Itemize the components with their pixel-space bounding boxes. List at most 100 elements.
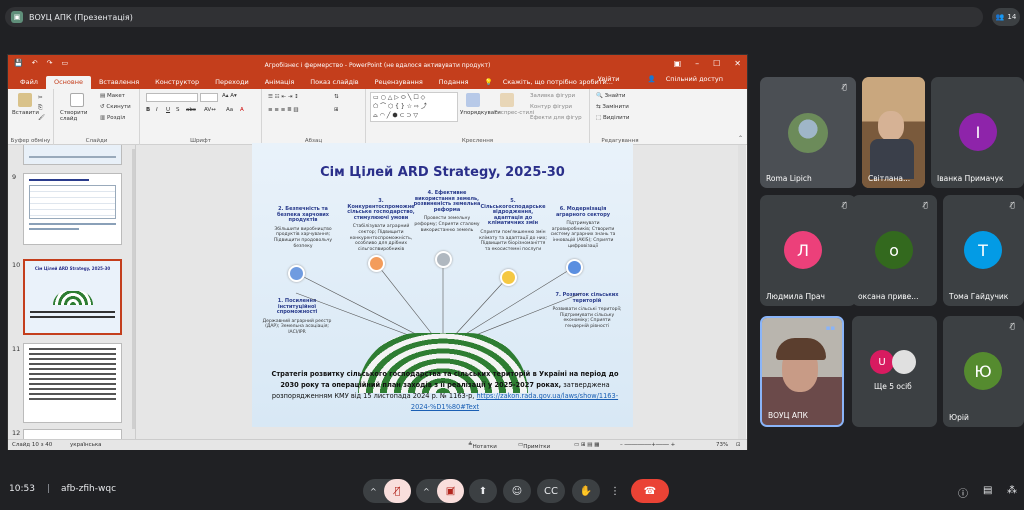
comments-button[interactable]: ▭ Примітки bbox=[518, 442, 550, 450]
current-slide[interactable]: Сім Цілей ARD Strategy, 2025-30 2. Безпе… bbox=[252, 143, 633, 427]
quick-styles-button[interactable]: Експрес-стилі bbox=[494, 110, 534, 116]
presentation-chip[interactable]: ▣ ВОУЦ АПК (Презентація) bbox=[5, 7, 983, 27]
share-button[interactable]: 👤 Спільний доступ bbox=[640, 73, 739, 86]
participants-count: 14 bbox=[1007, 13, 1017, 21]
shape-outline-button[interactable]: Контур фігури bbox=[530, 104, 572, 110]
participants-button[interactable]: 👥 14 bbox=[992, 8, 1020, 26]
tab-design[interactable]: Конструктор bbox=[147, 76, 207, 89]
tab-insert[interactable]: Вставлення bbox=[91, 76, 147, 89]
font-grow-icon[interactable]: A▴ A▾ bbox=[222, 93, 237, 99]
shape-effects-button[interactable]: Ефекти для фігур bbox=[530, 115, 582, 121]
participant-tile[interactable]: о 🎙̸ оксана приве... bbox=[852, 195, 937, 306]
fit-slide-icon[interactable]: ⊡ bbox=[736, 442, 741, 448]
bold-icon[interactable]: B bbox=[146, 107, 150, 113]
smartart-icon[interactable]: ⊞ bbox=[334, 107, 339, 113]
thumbnail-8[interactable] bbox=[23, 145, 122, 165]
save-icon[interactable]: 💾 bbox=[14, 59, 23, 67]
underline-icon[interactable]: U bbox=[166, 107, 170, 113]
canvas-scrollbar[interactable] bbox=[738, 145, 746, 439]
signin-link[interactable]: Увійти bbox=[590, 73, 628, 86]
italic-icon[interactable]: I bbox=[156, 107, 158, 113]
reset-button[interactable]: ↺ Скинути bbox=[100, 104, 131, 110]
shadow-icon[interactable]: S bbox=[176, 107, 180, 113]
minimize-icon[interactable]: – bbox=[695, 59, 699, 68]
thumbnail-10-selected[interactable]: Сім Цілей ARD Strategy, 2025-30 bbox=[23, 259, 122, 335]
arrange-icon[interactable] bbox=[466, 93, 480, 107]
tab-slideshow[interactable]: Показ слайдів bbox=[302, 76, 366, 89]
layout-button[interactable]: ▤ Макет bbox=[100, 93, 125, 99]
present-button[interactable]: ⬆ bbox=[469, 479, 497, 503]
quick-styles-icon[interactable] bbox=[500, 93, 514, 107]
participant-tile[interactable]: Світлана... bbox=[862, 77, 925, 188]
leave-call-button[interactable]: ☎ bbox=[631, 479, 669, 503]
change-case-icon[interactable]: Aa bbox=[226, 107, 233, 113]
new-slide-button[interactable]: Створити слайд bbox=[60, 110, 98, 122]
participant-tile[interactable]: Т 🎙̸ Тома Гайдучик bbox=[943, 195, 1024, 306]
camera-toggle-button[interactable]: ▣̸ bbox=[437, 479, 464, 503]
format-painter-icon[interactable]: 🖌 bbox=[38, 115, 45, 121]
cut-icon[interactable]: ✂ bbox=[38, 95, 43, 101]
participant-tile-speaking[interactable]: ▪▪ ВОУЦ АПК bbox=[760, 316, 844, 427]
paste-icon[interactable] bbox=[18, 93, 32, 107]
more-participants-tile[interactable]: U Ще 5 осіб bbox=[852, 316, 937, 427]
zoom-slider[interactable]: – ────────+──── + bbox=[620, 442, 675, 448]
close-icon[interactable]: ✕ bbox=[734, 59, 741, 68]
undo-icon[interactable]: ↶ bbox=[32, 59, 38, 67]
font-size-box[interactable] bbox=[200, 93, 218, 102]
tab-animations[interactable]: Анімація bbox=[257, 76, 303, 89]
copy-icon[interactable]: ⎘ bbox=[38, 105, 42, 112]
raise-hand-button[interactable]: ✋ bbox=[572, 479, 600, 503]
participant-tile[interactable]: І Іванка Примачук bbox=[931, 77, 1024, 188]
slide-thumbnails: 9 10 Сім Цілей ARD Strategy, 2025-30 11 bbox=[8, 145, 136, 439]
tab-home[interactable]: Основне bbox=[45, 76, 91, 89]
ribbon-options-icon[interactable]: ▣ bbox=[674, 59, 682, 68]
thumbnail-line bbox=[29, 358, 116, 360]
new-slide-icon[interactable] bbox=[70, 93, 84, 107]
paste-button[interactable]: Вставити bbox=[12, 110, 39, 116]
thumbnail-line bbox=[29, 398, 116, 400]
reactions-button[interactable]: ☺ bbox=[503, 479, 531, 503]
collapse-ribbon-icon[interactable]: ⌃ bbox=[738, 135, 743, 142]
start-show-icon[interactable]: ▭ bbox=[61, 59, 68, 67]
view-buttons[interactable]: ▭ ⊞ ▤ ▦ bbox=[574, 442, 599, 448]
maximize-icon[interactable]: ☐ bbox=[713, 59, 720, 68]
shapes-gallery[interactable]: ▭ ○ △ ▷ ⬭ ╲ ☐ ◇ ⬠ ⌒ ⬡ { } ☆ ⇨ ⤴ ⌓ ◠ ╱ ⬢ ⊂ … bbox=[370, 92, 458, 122]
select-button[interactable]: ⬚ Виділити bbox=[596, 115, 630, 121]
activities-icon[interactable]: ⁂ bbox=[1007, 485, 1017, 496]
thumbnail-9[interactable] bbox=[23, 173, 122, 245]
mic-options-chevron-icon[interactable]: ^ bbox=[370, 487, 377, 496]
section-button[interactable]: ▥ Розділ bbox=[100, 115, 125, 121]
participant-tile[interactable]: Л 🎙̸ Людмила Прач bbox=[760, 195, 856, 306]
participant-tile[interactable]: Ю 🎙̸ Юрій bbox=[943, 316, 1024, 427]
thumbnail-12[interactable] bbox=[23, 429, 122, 439]
camera-options-chevron-icon[interactable]: ^ bbox=[423, 487, 430, 496]
replace-button[interactable]: ⇆ Замінити bbox=[596, 104, 629, 110]
redo-icon[interactable]: ↷ bbox=[47, 59, 53, 67]
mic-toggle-button[interactable]: 🎙̸ bbox=[384, 479, 411, 503]
thumbnail-line bbox=[29, 179, 89, 181]
info-icon[interactable]: ⓘ bbox=[958, 485, 968, 500]
more-options-button[interactable]: ⋮ bbox=[606, 479, 624, 503]
font-color-icon[interactable]: A bbox=[240, 107, 244, 113]
spacing-icon[interactable]: AV↔ bbox=[204, 107, 216, 113]
text-direction-icon[interactable]: ⇅ bbox=[334, 94, 339, 100]
zoom-level[interactable]: 73% bbox=[716, 442, 728, 448]
chat-icon[interactable]: ▤ bbox=[983, 485, 992, 496]
participant-tile[interactable]: 🎙̸ Roma Lipich bbox=[760, 77, 856, 188]
language-indicator[interactable]: українська bbox=[70, 442, 102, 448]
tab-file[interactable]: Файл bbox=[12, 76, 46, 89]
captions-button[interactable]: CC bbox=[537, 479, 565, 503]
tab-view[interactable]: Подання bbox=[431, 76, 477, 89]
bullets-icon[interactable]: ☰ ☷ ⇤ ⇥ ↕ bbox=[268, 94, 299, 100]
font-name-box[interactable] bbox=[146, 93, 198, 102]
tab-review[interactable]: Рецензування bbox=[367, 76, 431, 89]
thumbnail-11[interactable] bbox=[23, 343, 122, 423]
align-icons[interactable]: ≡ ≡ ≡ ≣ ▥ bbox=[268, 107, 299, 113]
thumbnail-line bbox=[30, 316, 115, 318]
shape-fill-button[interactable]: Заливка фігури bbox=[530, 93, 575, 99]
strike-icon[interactable]: abc bbox=[186, 107, 196, 113]
ribbon: Вставити ✂ ⎘ 🖌 Буфер обміну Створити сла… bbox=[8, 89, 747, 145]
tab-transitions[interactable]: Переходи bbox=[207, 76, 257, 89]
notes-button[interactable]: ≜ Нотатки bbox=[468, 442, 497, 450]
find-button[interactable]: 🔍 Знайти bbox=[596, 93, 625, 99]
